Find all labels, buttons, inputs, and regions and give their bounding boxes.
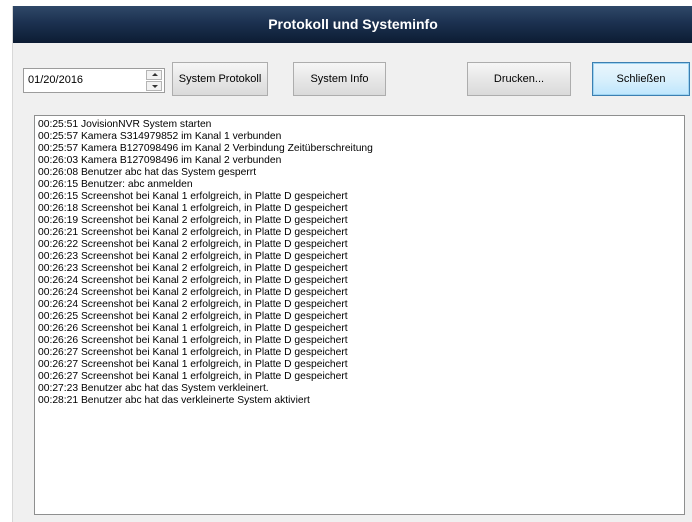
system-protokoll-button[interactable]: System Protokoll [172,62,268,96]
log-line: 00:26:23 Screenshot bei Kanal 2 erfolgre… [38,263,348,274]
log-line: 00:26:08 Benutzer abc hat das System ges… [38,167,257,178]
arrow-up-icon [152,73,158,76]
date-spinner[interactable] [146,70,162,91]
system-info-button[interactable]: System Info [293,62,386,96]
log-line: 00:26:27 Screenshot bei Kanal 1 erfolgre… [38,371,348,382]
log-textarea[interactable]: 00:25:51 JovisionNVR System starten 00:25… [34,115,685,515]
log-line: 00:26:27 Screenshot bei Kanal 1 erfolgre… [38,359,348,370]
protocol-window: Protokoll und Systeminfo 01/20/2016 Syst… [12,6,692,522]
arrow-down-icon [152,85,158,88]
log-line: 00:26:24 Screenshot bei Kanal 2 erfolgre… [38,275,348,286]
log-line: 00:27:23 Benutzer abc hat das System ver… [38,383,269,394]
log-line: 00:26:26 Screenshot bei Kanal 1 erfolgre… [38,335,348,346]
spin-up-button[interactable] [146,70,162,80]
log-line: 00:25:57 Kamera S314979852 im Kanal 1 ve… [38,131,282,142]
spin-down-button[interactable] [146,81,162,91]
log-line: 00:25:57 Kamera B127098496 im Kanal 2 Ve… [38,143,373,154]
log-line: 00:26:26 Screenshot bei Kanal 1 erfolgre… [38,323,348,334]
log-line: 00:26:24 Screenshot bei Kanal 2 erfolgre… [38,287,348,298]
log-line: 00:26:22 Screenshot bei Kanal 2 erfolgre… [38,239,348,250]
log-line: 00:26:24 Screenshot bei Kanal 2 erfolgre… [38,299,348,310]
window-title: Protokoll und Systeminfo [13,6,692,43]
log-line: 00:26:27 Screenshot bei Kanal 1 erfolgre… [38,347,348,358]
log-line: 00:26:21 Screenshot bei Kanal 2 erfolgre… [38,227,348,238]
date-value[interactable]: 01/20/2016 [28,74,83,86]
log-line: 00:26:19 Screenshot bei Kanal 2 erfolgre… [38,215,348,226]
print-button[interactable]: Drucken... [467,62,571,96]
date-picker[interactable]: 01/20/2016 [23,68,165,93]
log-line: 00:26:23 Screenshot bei Kanal 2 erfolgre… [38,251,348,262]
log-line: 00:28:21 Benutzer abc hat das verkleiner… [38,395,310,406]
log-line: 00:26:25 Screenshot bei Kanal 2 erfolgre… [38,311,348,322]
close-button[interactable]: Schließen [592,62,690,96]
log-line: 00:26:15 Benutzer: abc anmelden [38,179,193,190]
log-line: 00:26:03 Kamera B127098496 im Kanal 2 ve… [38,155,282,166]
log-line: 00:25:51 JovisionNVR System starten [38,119,212,130]
log-line: 00:26:15 Screenshot bei Kanal 1 erfolgre… [38,191,348,202]
log-line: 00:26:18 Screenshot bei Kanal 1 erfolgre… [38,203,348,214]
